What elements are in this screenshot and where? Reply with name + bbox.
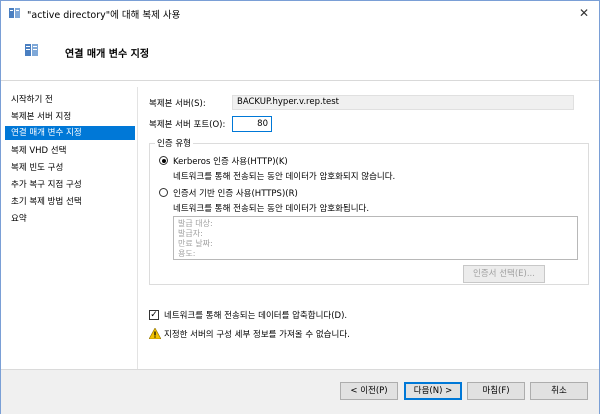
wizard-content: 복제본 서버(S): BACKUP.hyper.v.rep.test 복제본 서… — [139, 87, 599, 369]
warning-message: 지정한 서버의 구성 세부 정보를 가져올 수 없습니다. — [164, 330, 350, 340]
auth-type-group-title: 인증 유형 — [155, 137, 193, 149]
replica-server-label: 복제본 서버(S): — [149, 99, 206, 109]
certificate-radio[interactable] — [159, 188, 168, 197]
cancel-button[interactable]: 취소 — [530, 382, 588, 400]
wizard-window: "active directory"에 대해 복제 사용 ✕ 연결 매개 변수 … — [0, 0, 600, 414]
next-button[interactable]: 다음(N) > — [404, 382, 462, 400]
wizard-footer: < 이전(P) 다음(N) > 마침(F) 취소 — [1, 370, 599, 414]
nav-item-additional-recovery-points[interactable]: 추가 복구 지점 구성 — [5, 178, 135, 192]
replica-port-input[interactable]: 80 — [232, 116, 272, 132]
certificate-description: 네트워크를 통해 전송되는 동안 데이터가 암호화됩니다. — [173, 204, 370, 214]
kerberos-description: 네트워크를 통해 전송되는 동안 데이터가 암호화되지 않습니다. — [173, 172, 396, 182]
replica-port-label: 복제본 서버 포트(O): — [149, 120, 226, 130]
nav-item-replication-frequency[interactable]: 복제 빈도 구성 — [5, 161, 135, 175]
hyper-v-replica-icon — [9, 8, 20, 18]
hyper-v-replica-icon — [25, 44, 38, 56]
close-button[interactable]: ✕ — [575, 4, 593, 22]
certificate-info-box: 발급 대상: 발급자: 만료 날짜: 용도: — [173, 216, 578, 260]
window-title: "active directory"에 대해 복제 사용 — [27, 10, 181, 21]
nav-item-connection-parameters[interactable]: 연결 매개 변수 지정 — [5, 126, 135, 140]
certificate-radio-label[interactable]: 인증서 기반 인증 사용(HTTPS)(R) — [173, 187, 298, 199]
compress-data-label[interactable]: 네트워크를 통해 전송되는 데이터를 압축합니다(D). — [164, 309, 347, 321]
kerberos-radio-label[interactable]: Kerberos 인증 사용(HTTP)(K) — [173, 155, 288, 167]
nav-divider — [137, 87, 138, 369]
title-bar: "active directory"에 대해 복제 사용 ✕ — [1, 1, 599, 25]
nav-item-specify-replica-server[interactable]: 복제본 서버 지정 — [5, 110, 135, 124]
replica-server-field: BACKUP.hyper.v.rep.test — [232, 95, 574, 110]
wizard-header: 연결 매개 변수 지정 — [1, 25, 599, 81]
nav-item-before-you-begin[interactable]: 시작하기 전 — [5, 93, 135, 107]
nav-item-choose-replication-vhds[interactable]: 복제 VHD 선택 — [5, 144, 135, 158]
kerberos-radio[interactable] — [159, 156, 168, 165]
wizard-steps-nav: 시작하기 전 복제본 서버 지정 연결 매개 변수 지정 복제 VHD 선택 복… — [1, 87, 137, 369]
previous-button[interactable]: < 이전(P) — [340, 382, 398, 400]
warning-icon — [149, 328, 161, 339]
purpose-label: 용도: — [178, 249, 196, 258]
nav-item-initial-replication-method[interactable]: 초기 복제 방법 선택 — [5, 195, 135, 209]
select-certificate-button[interactable]: 인증서 선택(E)... — [463, 265, 545, 283]
compress-data-checkbox[interactable]: ✓ — [149, 310, 159, 320]
page-title: 연결 매개 변수 지정 — [65, 49, 150, 60]
nav-item-summary[interactable]: 요약 — [5, 212, 135, 226]
finish-button[interactable]: 마침(F) — [467, 382, 525, 400]
